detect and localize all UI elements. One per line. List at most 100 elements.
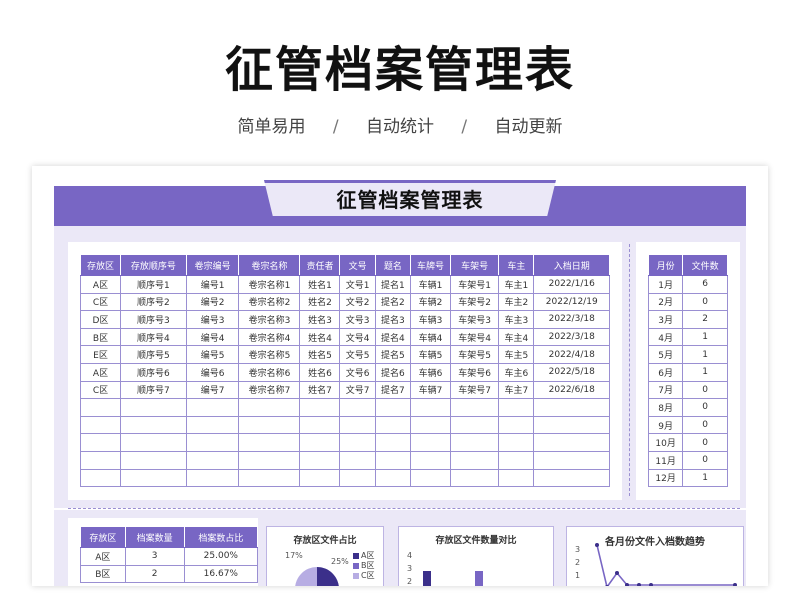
table-cell[interactable]: 卷宗名称7 bbox=[238, 380, 301, 400]
table-cell[interactable] bbox=[339, 398, 376, 417]
table-cell[interactable]: 车主7 bbox=[498, 380, 535, 400]
table-cell[interactable]: 车主3 bbox=[498, 310, 535, 329]
table-cell[interactable]: 车架号5 bbox=[450, 345, 500, 364]
table-cell[interactable]: 文号5 bbox=[339, 345, 376, 364]
table-cell[interactable] bbox=[80, 433, 121, 452]
table-cell[interactable]: 9月 bbox=[647, 415, 684, 435]
table-cell[interactable]: 提名4 bbox=[374, 327, 412, 347]
table-cell[interactable] bbox=[185, 468, 240, 488]
table-cell[interactable] bbox=[119, 450, 187, 470]
table-cell[interactable]: 25.00% bbox=[183, 547, 259, 566]
table-cell[interactable]: 16.67% bbox=[183, 564, 259, 584]
table-cell[interactable]: C区 bbox=[80, 292, 121, 312]
table-cell[interactable]: 提名1 bbox=[374, 275, 412, 294]
table-cell[interactable]: 2022/1/16 bbox=[533, 275, 610, 294]
table-cell[interactable]: 编号3 bbox=[185, 310, 240, 329]
table-cell[interactable]: 提名3 bbox=[374, 310, 412, 329]
table-cell[interactable]: 车辆3 bbox=[410, 310, 452, 329]
table-cell[interactable]: 卷宗名称1 bbox=[238, 275, 301, 294]
table-cell[interactable] bbox=[299, 468, 341, 488]
table-cell[interactable] bbox=[450, 415, 500, 435]
table-cell[interactable]: 车主5 bbox=[498, 345, 535, 364]
table-cell[interactable] bbox=[339, 433, 376, 452]
table-cell[interactable] bbox=[498, 450, 535, 470]
table-cell[interactable]: A区 bbox=[80, 362, 121, 382]
table-cell[interactable] bbox=[339, 468, 376, 488]
table-cell[interactable]: 2022/4/18 bbox=[533, 345, 610, 364]
table-cell[interactable]: 2022/3/18 bbox=[533, 327, 610, 347]
table-cell[interactable] bbox=[238, 468, 301, 488]
table-cell[interactable]: 顺序号5 bbox=[119, 345, 187, 364]
table-cell[interactable]: 编号2 bbox=[185, 292, 240, 312]
table-cell[interactable]: D区 bbox=[80, 310, 121, 329]
table-cell[interactable] bbox=[299, 415, 341, 435]
table-cell[interactable]: 卷宗名称2 bbox=[238, 292, 301, 312]
table-cell[interactable]: 1月 bbox=[647, 275, 684, 294]
table-cell[interactable]: B区 bbox=[80, 564, 126, 584]
table-cell[interactable]: 6月 bbox=[647, 362, 684, 382]
table-cell[interactable]: 1 bbox=[682, 327, 728, 347]
table-cell[interactable]: 0 bbox=[682, 292, 728, 312]
table-cell[interactable]: 车主1 bbox=[498, 275, 535, 294]
table-cell[interactable] bbox=[185, 433, 240, 452]
table-cell[interactable]: 2022/6/18 bbox=[533, 380, 610, 400]
table-cell[interactable] bbox=[450, 433, 500, 452]
table-cell[interactable] bbox=[450, 450, 500, 470]
table-cell[interactable]: 车架号7 bbox=[450, 380, 500, 400]
table-cell[interactable]: 0 bbox=[682, 450, 728, 470]
table-cell[interactable] bbox=[533, 398, 610, 417]
table-cell[interactable]: 车辆2 bbox=[410, 292, 452, 312]
table-cell[interactable]: 顺序号1 bbox=[119, 275, 187, 294]
table-cell[interactable]: 顺序号4 bbox=[119, 327, 187, 347]
table-cell[interactable] bbox=[80, 398, 121, 417]
table-cell[interactable]: 文号6 bbox=[339, 362, 376, 382]
table-cell[interactable] bbox=[410, 468, 452, 488]
table-cell[interactable]: 提名2 bbox=[374, 292, 412, 312]
table-cell[interactable]: 卷宗名称3 bbox=[238, 310, 301, 329]
table-cell[interactable] bbox=[374, 398, 412, 417]
table-cell[interactable]: 车辆5 bbox=[410, 345, 452, 364]
table-cell[interactable]: C区 bbox=[80, 380, 121, 400]
table-cell[interactable] bbox=[119, 415, 187, 435]
table-cell[interactable]: 文号7 bbox=[339, 380, 376, 400]
table-cell[interactable]: 车主2 bbox=[498, 292, 535, 312]
table-cell[interactable]: 2 bbox=[682, 310, 728, 329]
table-cell[interactable]: 11月 bbox=[647, 450, 684, 470]
table-cell[interactable]: 卷宗名称4 bbox=[238, 327, 301, 347]
table-cell[interactable]: 2022/12/19 bbox=[533, 292, 610, 312]
table-cell[interactable]: 0 bbox=[682, 433, 728, 452]
table-cell[interactable] bbox=[299, 450, 341, 470]
table-cell[interactable]: 2022/3/18 bbox=[533, 310, 610, 329]
table-cell[interactable] bbox=[533, 450, 610, 470]
table-cell[interactable]: 车架号4 bbox=[450, 327, 500, 347]
table-cell[interactable] bbox=[185, 450, 240, 470]
table-cell[interactable]: 姓名2 bbox=[299, 292, 341, 312]
table-cell[interactable]: 文号2 bbox=[339, 292, 376, 312]
table-cell[interactable]: 7月 bbox=[647, 380, 684, 400]
table-cell[interactable] bbox=[185, 415, 240, 435]
table-cell[interactable] bbox=[238, 450, 301, 470]
table-cell[interactable]: 0 bbox=[682, 380, 728, 400]
table-cell[interactable]: 0 bbox=[682, 415, 728, 435]
table-cell[interactable]: 车辆4 bbox=[410, 327, 452, 347]
table-cell[interactable]: 编号7 bbox=[185, 380, 240, 400]
table-cell[interactable]: 顺序号7 bbox=[119, 380, 187, 400]
table-cell[interactable] bbox=[80, 450, 121, 470]
table-cell[interactable] bbox=[80, 415, 121, 435]
table-cell[interactable]: 3 bbox=[124, 547, 185, 566]
table-cell[interactable]: B区 bbox=[80, 327, 121, 347]
table-cell[interactable] bbox=[339, 415, 376, 435]
table-cell[interactable]: 6 bbox=[682, 275, 728, 294]
table-cell[interactable]: 顺序号6 bbox=[119, 362, 187, 382]
table-cell[interactable] bbox=[498, 415, 535, 435]
table-cell[interactable]: 2 bbox=[124, 564, 185, 584]
table-cell[interactable]: 车辆1 bbox=[410, 275, 452, 294]
table-cell[interactable]: 0 bbox=[682, 398, 728, 417]
table-cell[interactable] bbox=[185, 398, 240, 417]
table-cell[interactable]: E区 bbox=[80, 345, 121, 364]
table-cell[interactable] bbox=[410, 433, 452, 452]
table-cell[interactable]: 文号4 bbox=[339, 327, 376, 347]
table-cell[interactable] bbox=[410, 450, 452, 470]
table-cell[interactable] bbox=[374, 415, 412, 435]
table-cell[interactable] bbox=[374, 468, 412, 488]
